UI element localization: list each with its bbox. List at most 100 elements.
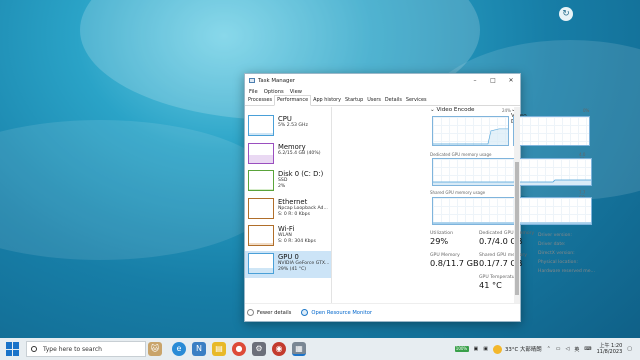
weather-widget[interactable]: 33°C 大部晴朗 <box>492 344 542 354</box>
info-label: Hardware reserved me... <box>538 269 595 274</box>
scrollbar-thumb[interactable] <box>515 162 519 295</box>
stat-value: 29% <box>430 236 449 246</box>
sidebar-item-gpu[interactable]: GPU 0 NVIDIA GeForce GTX... 29% (41 °C) <box>245 250 331 278</box>
start-button[interactable] <box>6 342 20 356</box>
video-decode-pct: 0% <box>583 108 590 113</box>
task-manager-taskbar-icon[interactable]: ▦ <box>292 342 306 356</box>
info-label: Physical location: <box>538 260 578 265</box>
sidebar-item-detail: 5% 2.53 GHz <box>278 123 308 128</box>
dedicated-memory-line <box>433 179 591 185</box>
disk-thumbnail-graph <box>248 170 274 191</box>
minimize-button[interactable]: – <box>466 77 484 84</box>
language-indicator[interactable]: 英 <box>574 346 579 353</box>
volume-icon[interactable]: ◁ <box>566 346 570 352</box>
open-resource-monitor-link[interactable]: Open Resource Monitor <box>301 309 372 316</box>
sidebar-item-disk[interactable]: Disk 0 (C: D:) SSD 2% <box>245 168 331 196</box>
sidebar-item-label: Ethernet <box>278 197 308 206</box>
cpu-thumbnail-graph <box>248 115 274 136</box>
sidebar-item-label: Memory <box>278 142 306 151</box>
task-manager-window: Task Manager – □ ✕ File Options View Pro… <box>244 73 595 322</box>
tray-icon[interactable]: ▣ <box>483 346 488 352</box>
wifi-thumbnail-graph <box>248 225 274 246</box>
tab-performance[interactable]: Performance <box>274 95 312 106</box>
taskbar-search-box[interactable]: Type here to search <box>26 341 146 357</box>
file-explorer-icon[interactable]: ▤ <box>212 342 226 356</box>
ime-icon[interactable]: ⌨ <box>584 346 591 352</box>
search-placeholder: Type here to search <box>43 345 102 353</box>
cat-icon[interactable]: 🐱 <box>148 342 162 356</box>
menu-view[interactable]: View <box>290 89 302 95</box>
memory-thumbnail-graph <box>248 142 274 164</box>
sidebar-item-label: GPU 0 <box>278 252 299 261</box>
tab-details[interactable]: Details <box>383 96 404 105</box>
video-encode-graph <box>432 116 509 146</box>
tab-users[interactable]: Users <box>365 96 383 105</box>
gpu-info-labels: Driver version: Driver date: DirectX ver… <box>538 231 595 276</box>
task-manager-icon <box>249 78 255 83</box>
performance-sidebar: CPU 5% 2.53 GHz Memory 6.2/15.4 GB (40%)… <box>245 107 332 303</box>
chrome-icon[interactable]: ● <box>232 342 246 356</box>
shared-memory-graph-label: Shared GPU memory usage <box>430 190 486 195</box>
stat-gpu-memory: GPU Memory 0.8/11.7 GB <box>430 253 479 268</box>
close-button[interactable]: ✕ <box>502 77 520 84</box>
sidebar-item-wifi[interactable]: Wi-Fi WLAN S: 0 R: 304 Kbps <box>245 223 331 251</box>
tray-icon[interactable]: ▣ <box>474 346 479 352</box>
menu-file[interactable]: File <box>249 89 258 95</box>
chevron-up-icon <box>247 309 254 316</box>
tab-startup[interactable]: Startup <box>343 96 365 105</box>
stat-value: 0.8/11.7 GB <box>430 258 479 268</box>
ethernet-thumbnail-graph <box>248 197 274 219</box>
sidebar-item-label: Wi-Fi <box>278 225 295 233</box>
stat-utilization: Utilization 29% <box>430 231 453 246</box>
app-icon[interactable]: ◉ <box>272 342 286 356</box>
system-tray: 100% ▣ ▣ 33°C 大部晴朗 ⌃ ▭ ◁ 英 ⌨ 上午 1:20 11/… <box>454 343 640 355</box>
video-encode-label: ⌄ Video Encode <box>430 107 475 113</box>
info-label: Driver version: <box>538 233 572 238</box>
video-encode-pct: 24% <box>502 108 511 113</box>
desktop-wave <box>0 120 280 260</box>
scrollbar[interactable] <box>514 107 520 303</box>
sidebar-item-label: CPU <box>278 115 292 123</box>
edge-icon[interactable]: e <box>172 342 186 356</box>
menu-options[interactable]: Options <box>264 89 284 95</box>
refresh-icon[interactable]: ↻ <box>559 7 573 21</box>
title-bar[interactable]: Task Manager – □ ✕ <box>245 74 520 87</box>
taskbar: Type here to search 🐱 e N ▤ ● ⚙ ◉ ▦ 100%… <box>0 338 640 360</box>
sidebar-item-cpu[interactable]: CPU 5% 2.53 GHz <box>245 113 331 141</box>
sidebar-item-label: Disk 0 (C: D:) <box>278 170 324 178</box>
stat-value: 0.7/4.0 GB <box>479 236 523 246</box>
gpu-detail-pane: ⌄ Video Encode 24% ⌄ Video Decode 0% Ded… <box>332 107 595 303</box>
sidebar-item-detail: S: 0 R: 0 Kbps <box>278 211 310 217</box>
chevron-up-icon[interactable]: ⌃ <box>547 346 551 352</box>
resource-monitor-icon <box>301 309 309 316</box>
stat-dedicated-memory: Dedicated GPU memory 0.7/4.0 GB <box>479 231 534 246</box>
sidebar-item-detail: 6.2/15.4 GB (40%) <box>278 150 321 156</box>
tab-strip: Processes Performance App history Startu… <box>245 95 520 106</box>
dedicated-memory-graph <box>432 158 592 186</box>
sidebar-item-memory[interactable]: Memory 6.2/15.4 GB (40%) <box>245 141 331 169</box>
sidebar-item-detail: 2% <box>278 184 286 189</box>
search-icon <box>31 346 37 352</box>
sidebar-item-detail: NVIDIA GeForce GTX... <box>278 260 330 266</box>
tab-processes[interactable]: Processes <box>246 96 274 105</box>
sidebar-item-ethernet[interactable]: Ethernet Npcap Loopback Ad... S: 0 R: 0 … <box>245 196 331 224</box>
clock[interactable]: 上午 1:20 11/8/2023 <box>597 343 623 355</box>
news-icon[interactable]: N <box>192 342 206 356</box>
info-label: Driver date: <box>538 242 566 247</box>
shared-memory-line <box>433 222 591 224</box>
window-title: Task Manager <box>258 77 295 84</box>
window-footer: Fewer details Open Resource Monitor <box>245 303 520 321</box>
tab-services[interactable]: Services <box>404 96 429 105</box>
tab-app-history[interactable]: App history <box>311 96 343 105</box>
settings-icon[interactable]: ⚙ <box>252 342 266 356</box>
notification-icon[interactable]: ▢ <box>627 346 632 352</box>
maximize-button[interactable]: □ <box>484 77 502 84</box>
clock-date: 11/8/2023 <box>596 349 623 355</box>
video-encode-line <box>433 128 508 145</box>
fewer-details-link[interactable]: Fewer details <box>247 309 291 316</box>
sidebar-item-detail: Npcap Loopback Ad... <box>278 205 328 211</box>
network-icon[interactable]: ▭ <box>556 346 561 352</box>
sun-icon <box>492 344 502 354</box>
battery-badge[interactable]: 100% <box>454 346 469 352</box>
weather-text: 33°C 大部晴朗 <box>504 347 542 353</box>
